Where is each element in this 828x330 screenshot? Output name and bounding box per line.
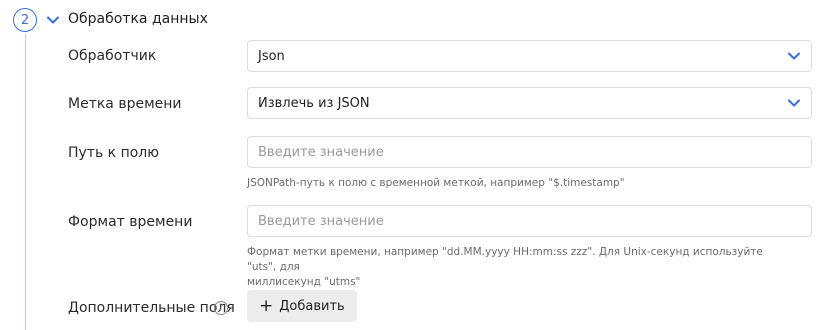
chevron-down-icon [47,16,59,24]
timestamp-select-value: Извлечь из JSON [258,95,370,111]
plus-icon: + [259,295,274,316]
handler-select-value: Json [258,48,285,64]
time-format-input[interactable] [247,205,812,237]
step-number-badge: 2 [13,8,37,32]
chevron-down-icon [787,96,801,110]
step-connector-line [25,34,26,330]
add-field-button[interactable]: + Добавить [247,290,357,322]
extra-fields-label: Дополнительные поля [68,300,235,316]
time-format-hint-line2: миллисекунд "utms" [247,276,361,288]
question-circle-icon[interactable]: ? [214,301,228,315]
collapse-toggle[interactable] [46,13,60,27]
handler-label: Обработчик [68,48,157,64]
add-field-button-label: Добавить [279,298,345,314]
time-format-hint-line1: Формат метки времени, например "dd.MM.yy… [247,246,763,273]
timestamp-label: Метка времени [68,96,182,112]
chevron-down-icon [787,49,801,63]
time-format-hint: Формат метки времени, например "dd.MM.yy… [247,245,787,290]
handler-select[interactable]: Json [247,40,812,72]
timestamp-select[interactable]: Извлечь из JSON [247,87,812,119]
field-path-hint: JSONPath-путь к полю с временной меткой,… [247,177,625,189]
time-format-label: Формат времени [68,214,193,230]
field-path-label: Путь к полю [68,145,160,161]
section-title: Обработка данных [68,11,208,27]
field-path-input[interactable] [247,136,812,168]
